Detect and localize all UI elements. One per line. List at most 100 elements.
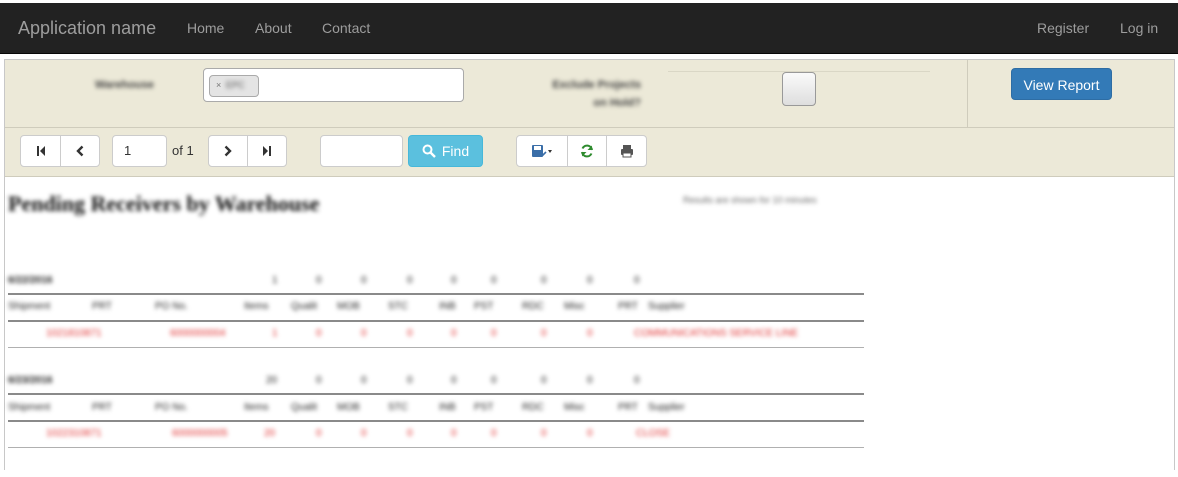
table-cell: 0 [361,328,367,339]
warehouse-chip[interactable]: × EPC [209,75,259,97]
table-cell: 1 [272,328,278,339]
group-total: 0 [491,275,497,286]
group-total: 0 [407,275,413,286]
print-icon [620,145,633,158]
params-divider [967,60,968,127]
group-total: 0 [541,275,547,286]
column-header: Misc [564,301,585,312]
group-total: 0 [587,375,593,386]
column-header: PO No. [155,301,188,312]
group-date: 6/23/2016 [8,375,53,386]
table-cell: 0 [451,328,457,339]
column-header: Qualit [291,301,318,312]
column-header: PRT [92,301,112,312]
find-button-label: Find [441,143,470,159]
column-header: INB [439,402,456,413]
column-header: Shipment [8,402,51,413]
table-cell: 6000000005 [172,428,228,439]
group-total: 0 [407,375,413,386]
find-text-input[interactable] [320,135,403,167]
last-page-icon [263,146,271,156]
group-total: 0 [316,275,322,286]
row-separator [8,347,864,348]
column-header: Supplier [648,301,685,312]
last-page-button[interactable] [247,135,287,167]
refresh-button[interactable] [567,135,607,167]
column-header-row: Shipment PRT PO No. Items Qualit MOB STC… [8,301,868,315]
column-header: MOB [337,301,360,312]
group-total: 0 [634,275,640,286]
app-brand[interactable]: Application name [18,18,156,39]
prev-page-button[interactable] [60,135,100,167]
table-cell: 6000000004 [170,328,226,339]
report-content: Pending Receivers by Warehouse Results a… [5,177,1174,477]
page-number-input[interactable]: 1 [112,135,167,167]
table-cell: 20 [264,428,276,439]
page-count-label: of 1 [172,143,194,158]
next-page-button[interactable] [208,135,248,167]
table-cell: 0 [541,328,547,339]
column-header: Items [244,402,269,413]
exclude-projects-checkbox[interactable] [782,72,816,106]
first-page-button[interactable] [20,135,61,167]
group-total: 0 [361,275,367,286]
group-total: 0 [491,375,497,386]
column-header: INB [439,301,456,312]
chip-remove-icon[interactable]: × [216,80,221,90]
search-icon [422,144,436,158]
table-cell: 0 [541,428,547,439]
nav-home[interactable]: Home [187,20,224,36]
column-header: PST [474,301,494,312]
first-page-icon [36,146,45,156]
find-button[interactable]: Find [408,135,483,167]
column-header: RDC [522,301,544,312]
column-header: Items [244,301,269,312]
table-cell: 0 [587,428,593,439]
group-separator [8,293,864,295]
column-header: PRT [618,301,638,312]
group-total: 20 [266,375,278,386]
report-toolbar: 1 of 1 Find [5,128,1174,177]
view-report-button[interactable]: View Report [1011,68,1112,100]
table-cell: 1022310871 [46,428,102,439]
save-export-icon [532,145,552,157]
nav-about[interactable]: About [255,20,292,36]
table-cell: 0 [451,428,457,439]
nav-login[interactable]: Log in [1120,20,1158,36]
table-cell: 0 [316,328,322,339]
header-separator [8,320,864,322]
top-navbar: Application name Home About Contact Regi… [0,3,1178,54]
chevron-right-icon [224,145,232,157]
column-header: Supplier [648,402,685,413]
table-cell: 0 [316,428,322,439]
chevron-left-icon [76,145,84,157]
row-separator [8,447,864,448]
column-header: STC [388,402,408,413]
table-cell: 1021810871 [46,328,102,339]
warehouse-chip-value: EPC [226,80,245,90]
column-header: RDC [522,402,544,413]
column-header: STC [388,301,408,312]
column-header: PRT [92,402,112,413]
parameters-panel: Warehouse × EPC Exclude Projects on Hold… [5,60,1174,128]
nav-contact[interactable]: Contact [322,20,370,36]
export-dropdown-button[interactable] [516,135,568,167]
column-header: Qualit [291,402,318,413]
column-header: PRT [618,402,638,413]
warehouse-multiselect[interactable]: × EPC [203,68,464,102]
print-button[interactable] [606,135,647,167]
group-total: 0 [634,375,640,386]
table-cell: 0 [491,428,497,439]
column-header-row: Shipment PRT PO No. Items Qualit MOB STC… [8,402,868,416]
column-header: PST [474,402,494,413]
header-separator [8,420,864,422]
report-viewer: Warehouse × EPC Exclude Projects on Hold… [4,59,1175,470]
report-title: Pending Receivers by Warehouse [8,191,320,216]
column-header: PO No. [155,402,188,413]
nav-register[interactable]: Register [1037,20,1089,36]
table-cell: 0 [491,328,497,339]
column-header: Shipment [8,301,51,312]
report-note: Results are shown for 10 minutes [683,195,817,205]
group-total: 0 [316,375,322,386]
group-date: 6/22/2016 [8,275,53,286]
